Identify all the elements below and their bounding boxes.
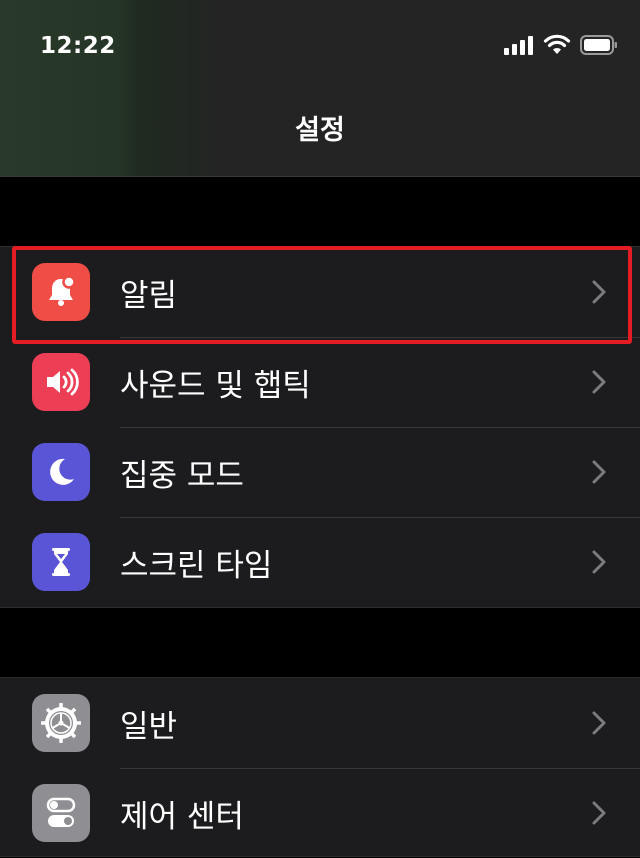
toggles-icon [32, 784, 90, 842]
settings-row-label: 일반 [120, 708, 178, 745]
bell-badge-icon [32, 263, 90, 321]
settings-group-2: 일반 제어 센터 [0, 677, 640, 857]
settings-row-sounds-haptics[interactable]: 사운드 및 햅틱 [0, 337, 640, 427]
gear-icon [32, 694, 90, 752]
settings-row-focus[interactable]: 집중 모드 [0, 427, 640, 517]
settings-row-label: 집중 모드 [120, 457, 244, 494]
header: 12:22 설정 [0, 0, 640, 177]
chevron-right-icon [592, 280, 606, 304]
speaker-icon [32, 353, 90, 411]
settings-row-general[interactable]: 일반 [0, 678, 640, 768]
hourglass-icon [32, 533, 90, 591]
settings-row-label: 스크린 타임 [120, 547, 273, 584]
settings-row-screen-time[interactable]: 스크린 타임 [0, 517, 640, 607]
settings-row-label: 제어 센터 [120, 798, 244, 835]
chevron-right-icon [592, 550, 606, 574]
settings-group-1: 알림 사운드 및 햅틱 집중 모드 스크린 타임 [0, 246, 640, 608]
chevron-right-icon [592, 801, 606, 825]
settings-row-label: 알림 [120, 277, 178, 314]
settings-row-notifications[interactable]: 알림 [0, 247, 640, 337]
status-icons [504, 34, 618, 55]
settings-row-label: 사운드 및 햅틱 [120, 367, 311, 404]
chevron-right-icon [592, 711, 606, 735]
settings-row-control-center[interactable]: 제어 센터 [0, 768, 640, 858]
chevron-right-icon [592, 370, 606, 394]
moon-icon [32, 443, 90, 501]
wifi-icon [543, 34, 571, 54]
status-time: 12:22 [40, 33, 116, 59]
chevron-right-icon [592, 460, 606, 484]
battery-icon [580, 34, 617, 55]
page-title: 설정 [295, 115, 345, 146]
signal-icon [504, 35, 533, 55]
